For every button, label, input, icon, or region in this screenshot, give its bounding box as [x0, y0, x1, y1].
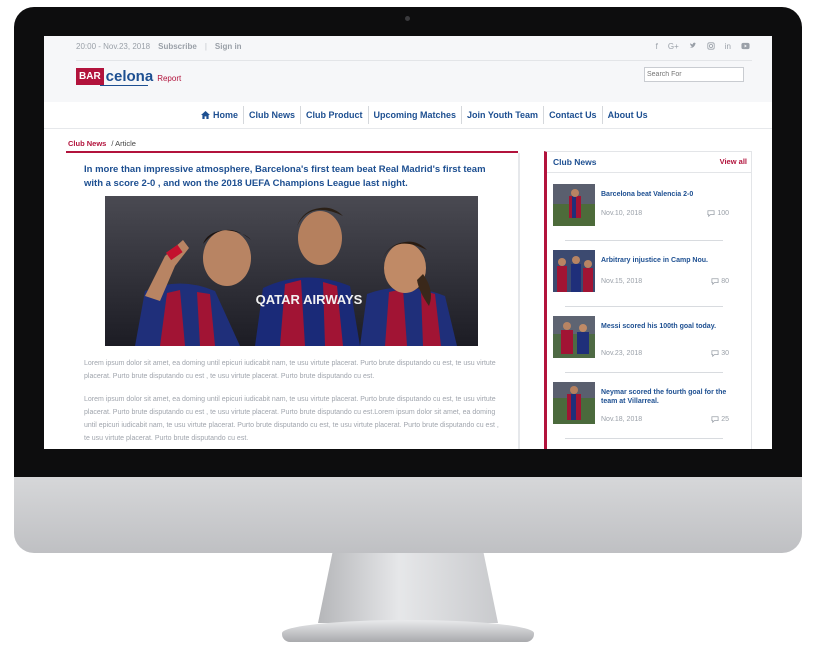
facebook-icon[interactable]: f: [656, 42, 658, 52]
nav-home[interactable]: Home: [196, 106, 245, 124]
news-item[interactable]: Neymar scored the fourth goal for the te…: [553, 382, 731, 442]
view-all-link[interactable]: View all: [720, 157, 747, 166]
nav-club-news[interactable]: Club News: [244, 106, 302, 124]
sidebar-title: Club News: [553, 157, 597, 167]
news-thumbnail: [553, 382, 595, 424]
news-thumbnail: [553, 184, 595, 226]
google-plus-icon[interactable]: G+: [668, 42, 679, 52]
news-item[interactable]: Messi scored his 100th goal today. Nov.2…: [553, 316, 731, 376]
home-icon: [201, 111, 210, 119]
top-divider: [76, 60, 752, 61]
nav-home-label: Home: [213, 110, 239, 120]
news-date: Nov.15, 2018: [601, 278, 643, 285]
search-input[interactable]: [644, 67, 744, 82]
news-thumbnail: [553, 250, 595, 292]
news-comments: 80: [711, 278, 729, 285]
top-meta: 20:00 - Nov.23, 2018 Subscribe | Sign in: [76, 42, 242, 51]
camera-icon: [405, 16, 410, 21]
monitor-chin: [14, 477, 802, 553]
news-comment-count: 25: [721, 416, 729, 423]
monitor-base: [282, 620, 534, 642]
nav-club-product[interactable]: Club Product: [301, 106, 369, 124]
logo-report: Report: [157, 73, 182, 83]
news-date: Nov.10, 2018: [601, 210, 643, 217]
datetime: 20:00 - Nov.23, 2018: [76, 42, 151, 51]
article: In more than impressive atmosphere, Barc…: [66, 153, 520, 449]
logo-bar: BAR: [76, 68, 104, 85]
youtube-icon[interactable]: [741, 42, 750, 52]
news-title[interactable]: Arbitrary injustice in Camp Nou.: [601, 256, 727, 265]
article-photo: QATAR AIRWAYS: [105, 196, 478, 346]
comment-icon: [711, 350, 719, 357]
article-paragraph-2: Lorem ipsum dolor sit amet, ea doming un…: [84, 396, 499, 442]
news-date: Nov.18, 2018: [601, 416, 643, 423]
news-thumbnail: [553, 316, 595, 358]
social-icons: f G+ in: [656, 42, 750, 52]
monitor-stand: [318, 553, 498, 623]
club-news-sidebar: Club News View all Barcelona beat Valenc…: [544, 151, 752, 449]
linkedin-icon[interactable]: in: [725, 42, 731, 52]
news-comments: 100: [707, 210, 729, 217]
website-screen: 20:00 - Nov.23, 2018 Subscribe | Sign in…: [44, 36, 772, 449]
logo-name: celona: [105, 68, 154, 85]
main-nav: Home Club News Club Product Upcoming Mat…: [44, 102, 772, 129]
sidebar-header: Club News View all: [547, 152, 751, 173]
twitter-icon[interactable]: [689, 42, 697, 52]
news-divider: [565, 438, 723, 439]
top-bar: 20:00 - Nov.23, 2018 Subscribe | Sign in…: [44, 36, 772, 102]
nav-upcoming-matches[interactable]: Upcoming Matches: [369, 106, 463, 124]
news-title[interactable]: Barcelona beat Valencia 2-0: [601, 190, 727, 199]
nav-contact-us[interactable]: Contact Us: [544, 106, 603, 124]
article-paragraph-1: Lorem ipsum dolor sit amet, ea doming un…: [84, 360, 496, 380]
breadcrumb-section[interactable]: Club News: [68, 139, 106, 148]
nav-about-us[interactable]: About Us: [603, 106, 653, 124]
jersey-sponsor-text: QATAR AIRWAYS: [256, 292, 363, 307]
news-item[interactable]: Arbitrary injustice in Camp Nou. Nov.15,…: [553, 250, 731, 310]
breadcrumb: Club News / Article: [68, 139, 136, 148]
news-comments: 30: [711, 350, 729, 357]
comment-icon: [707, 210, 715, 217]
news-comment-count: 100: [717, 210, 729, 217]
news-item[interactable]: Barcelona beat Valencia 2-0 Nov.10, 2018…: [553, 184, 731, 244]
article-headline: In more than impressive atmosphere, Barc…: [84, 164, 486, 189]
news-divider: [565, 306, 723, 307]
nav-join-youth-team[interactable]: Join Youth Team: [462, 106, 545, 124]
signin-link[interactable]: Sign in: [215, 42, 242, 51]
news-title[interactable]: Messi scored his 100th goal today.: [601, 322, 727, 331]
logo-underline: [100, 85, 148, 86]
news-divider: [565, 240, 723, 241]
news-date: Nov.23, 2018: [601, 350, 643, 357]
news-title[interactable]: Neymar scored the fourth goal for the te…: [601, 388, 727, 406]
subscribe-link[interactable]: Subscribe: [158, 42, 197, 51]
instagram-icon[interactable]: [707, 42, 715, 52]
news-comments: 25: [711, 416, 729, 423]
comment-icon: [711, 278, 719, 285]
news-divider: [565, 372, 723, 373]
comment-icon: [711, 416, 719, 423]
news-comment-count: 30: [721, 350, 729, 357]
site-logo[interactable]: BAR celona Report: [76, 68, 181, 85]
news-comment-count: 80: [721, 278, 729, 285]
meta-separator: |: [204, 42, 207, 51]
breadcrumb-page: / Article: [111, 139, 136, 148]
